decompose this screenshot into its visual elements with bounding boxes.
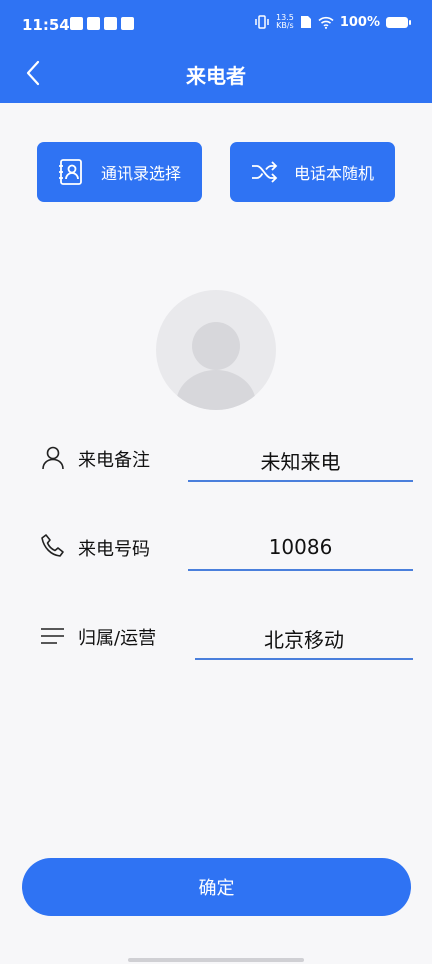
- page-title: 来电者: [186, 64, 246, 88]
- location-underline: [195, 658, 413, 660]
- home-indicator: [128, 958, 304, 962]
- number-underline: [188, 569, 413, 571]
- number-input[interactable]: 10086: [188, 535, 413, 559]
- clipboard-icon: [70, 17, 83, 30]
- phonebook-random-label: 电话本随机: [294, 164, 375, 183]
- person-placeholder-icon: [176, 322, 256, 410]
- net-speed: 13.5 KB/s: [276, 13, 294, 30]
- status-time: 11:54: [22, 16, 70, 34]
- wifi-icon: [318, 16, 334, 29]
- mail-icon: [104, 17, 117, 30]
- contacts-select-button[interactable]: 通讯录选择: [37, 142, 202, 202]
- note-input[interactable]: 未知来电: [188, 446, 413, 475]
- shuffle-icon: [250, 158, 278, 186]
- person-icon: [42, 446, 64, 470]
- sim-icon: [300, 16, 311, 28]
- status-right: 13.5 KB/s 100%: [254, 13, 411, 30]
- notification-icons: [70, 17, 134, 30]
- vibrate-icon: [255, 15, 269, 29]
- phonebook-random-button[interactable]: 电话本随机: [230, 142, 395, 202]
- battery-percent: 100%: [339, 14, 380, 30]
- header: 11:54 13.5 KB/s 100% 来电者: [0, 0, 432, 103]
- avatar[interactable]: [156, 290, 276, 410]
- note-underline: [188, 480, 413, 482]
- app-icon: [87, 17, 100, 30]
- number-label: 来电号码: [78, 539, 150, 560]
- note-label: 来电备注: [78, 450, 150, 471]
- battery-icon: [386, 16, 411, 28]
- contact-book-icon: [57, 158, 85, 186]
- location-label: 归属/运营: [78, 628, 157, 649]
- menu-lines-icon: [41, 628, 64, 644]
- location-input[interactable]: 北京移动: [195, 624, 413, 653]
- fan-icon: [121, 17, 134, 30]
- contacts-select-label: 通讯录选择: [101, 164, 182, 183]
- confirm-button[interactable]: 确定: [22, 858, 411, 916]
- status-bar: 11:54 13.5 KB/s 100%: [0, 0, 432, 50]
- phone-icon: [41, 534, 64, 557]
